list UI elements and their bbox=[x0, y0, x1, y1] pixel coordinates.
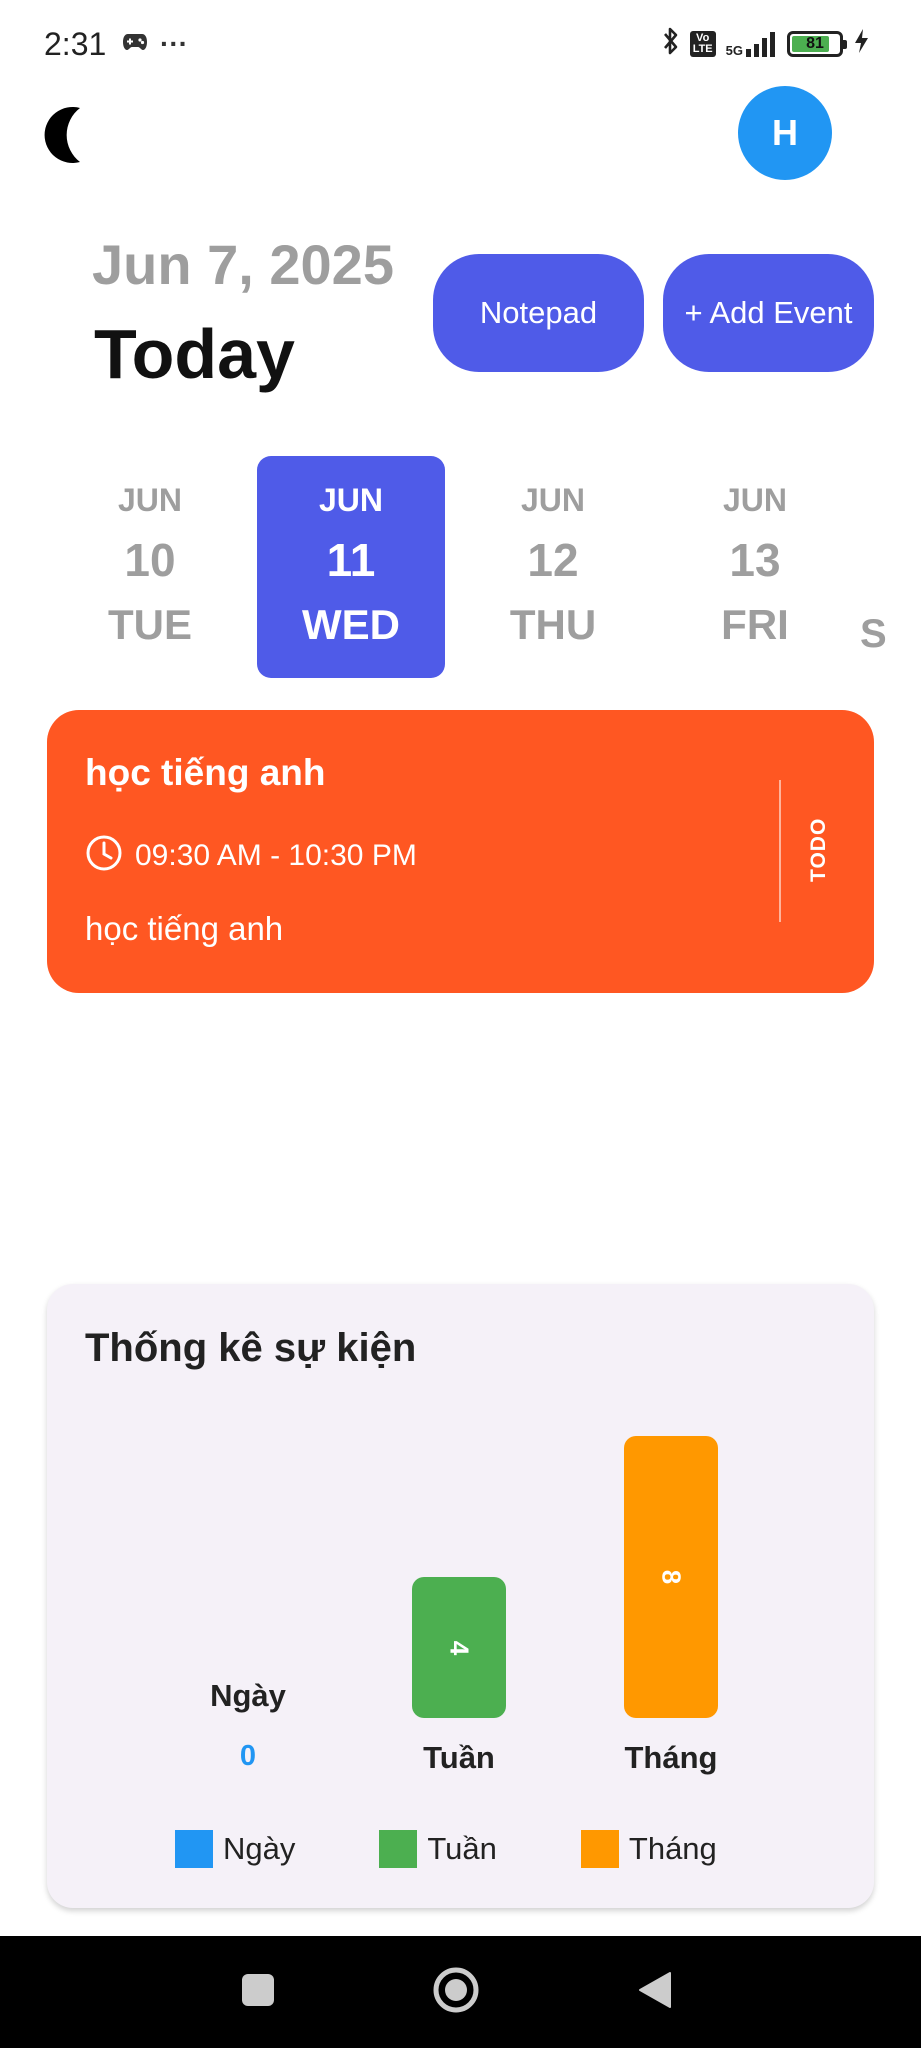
day-month: JUN bbox=[520, 482, 585, 518]
date-strip[interactable]: JUN 10 TUE JUN 11 WED JUN 12 THU JUN 13 … bbox=[56, 456, 921, 680]
signal-icon: 5G bbox=[726, 31, 777, 57]
battery-cap bbox=[843, 39, 847, 49]
legend-label: Tháng bbox=[628, 1831, 717, 1866]
day-number: 13 bbox=[729, 534, 781, 586]
status-bar: 2:31 ··· Vo LTE 5G 81 bbox=[0, 0, 921, 90]
volte-icon: Vo LTE bbox=[689, 30, 716, 57]
day-month: JUN bbox=[722, 482, 787, 518]
day-cell-jun-11[interactable]: JUN 11 WED bbox=[257, 456, 445, 678]
charging-icon bbox=[853, 28, 869, 59]
legend-label: Ngày bbox=[223, 1831, 296, 1866]
day-cell-jun-13[interactable]: JUN 13 FRI bbox=[661, 456, 849, 678]
legend-swatch bbox=[379, 1830, 418, 1868]
back-triangle-icon bbox=[636, 1970, 672, 2015]
battery-level: 81 bbox=[806, 34, 824, 52]
legend-item-ngay: Ngày bbox=[175, 1830, 295, 1868]
bar-label-tuan: Tuần bbox=[423, 1740, 495, 1775]
square-icon bbox=[240, 1972, 276, 2013]
home-button[interactable] bbox=[406, 1936, 506, 2048]
bar-thang: 8 bbox=[624, 1436, 718, 1718]
battery-icon: 81 bbox=[787, 30, 847, 57]
status-right: Vo LTE 5G 81 bbox=[662, 26, 869, 61]
event-time: 09:30 AM - 10:30 PM bbox=[135, 838, 417, 872]
page-title: Today bbox=[94, 315, 295, 393]
day-number: 10 bbox=[124, 534, 176, 586]
day-month: JUN bbox=[318, 482, 383, 518]
event-title: học tiếng anh bbox=[85, 752, 326, 793]
chart-legend: Ngày Tuần Tháng bbox=[175, 1830, 801, 1868]
moon-icon bbox=[40, 107, 100, 174]
day-cell-jun-10[interactable]: JUN 10 TUE bbox=[56, 456, 244, 678]
day-month: JUN bbox=[117, 482, 182, 518]
home-circle-icon bbox=[431, 1965, 481, 2020]
day-number: 12 bbox=[527, 534, 579, 586]
event-divider bbox=[779, 780, 781, 922]
notepad-button[interactable]: Notepad bbox=[433, 254, 644, 372]
event-status-badge: TODO bbox=[807, 817, 830, 882]
legend-swatch bbox=[175, 1830, 213, 1868]
day-number: 11 bbox=[326, 534, 376, 586]
bar-value-tuan: 4 bbox=[444, 1640, 475, 1655]
current-date: Jun 7, 2025 bbox=[92, 233, 394, 296]
avatar[interactable]: H bbox=[738, 86, 832, 180]
bar-label-ngay: Ngày bbox=[210, 1678, 286, 1713]
stats-card: Thống kê sự kiện Ngày 0 4 Tuần 8 Tháng Ngày Tu… bbox=[47, 1284, 874, 1908]
bar-value-thang: 8 bbox=[656, 1569, 687, 1585]
legend-label: Tuần bbox=[427, 1831, 497, 1866]
legend-item-tuan: Tuần bbox=[379, 1830, 497, 1868]
bar-value-ngay: 0 bbox=[239, 1740, 257, 1772]
legend-item-thang: Tháng bbox=[580, 1830, 717, 1868]
event-time-row: 09:30 AM - 10:30 PM bbox=[85, 834, 417, 877]
add-event-button[interactable]: + Add Event bbox=[663, 254, 874, 372]
status-time: 2:31 bbox=[44, 26, 107, 62]
bluetooth-icon bbox=[662, 26, 680, 61]
dark-mode-toggle[interactable] bbox=[40, 100, 100, 170]
back-button[interactable] bbox=[604, 1936, 704, 2048]
day-cell-jun-12[interactable]: JUN 12 THU bbox=[459, 456, 647, 678]
clock-icon bbox=[85, 834, 123, 877]
recent-apps-button[interactable] bbox=[208, 1936, 308, 2048]
network-type: 5G bbox=[725, 42, 743, 58]
day-weekday: THU bbox=[509, 601, 597, 648]
bar-tuan: 4 bbox=[412, 1577, 506, 1718]
game-controller-icon bbox=[122, 32, 148, 57]
stats-bar-chart: Ngày 0 4 Tuần 8 Tháng bbox=[47, 1284, 874, 1844]
system-nav-bar bbox=[0, 1936, 921, 2048]
status-left-icons: ··· bbox=[122, 28, 188, 60]
event-card[interactable]: học tiếng anh 09:30 AM - 10:30 PM học ti… bbox=[47, 710, 874, 993]
day-weekday: FRI bbox=[721, 601, 789, 648]
day-cell-partial[interactable]: S bbox=[860, 612, 920, 657]
legend-swatch bbox=[580, 1830, 619, 1868]
day-weekday: TUE bbox=[108, 601, 192, 648]
bar-label-thang: Tháng bbox=[624, 1740, 718, 1775]
event-description: học tiếng anh bbox=[85, 910, 284, 947]
day-weekday: WED bbox=[302, 601, 400, 648]
more-notifications-icon: ··· bbox=[160, 28, 188, 59]
